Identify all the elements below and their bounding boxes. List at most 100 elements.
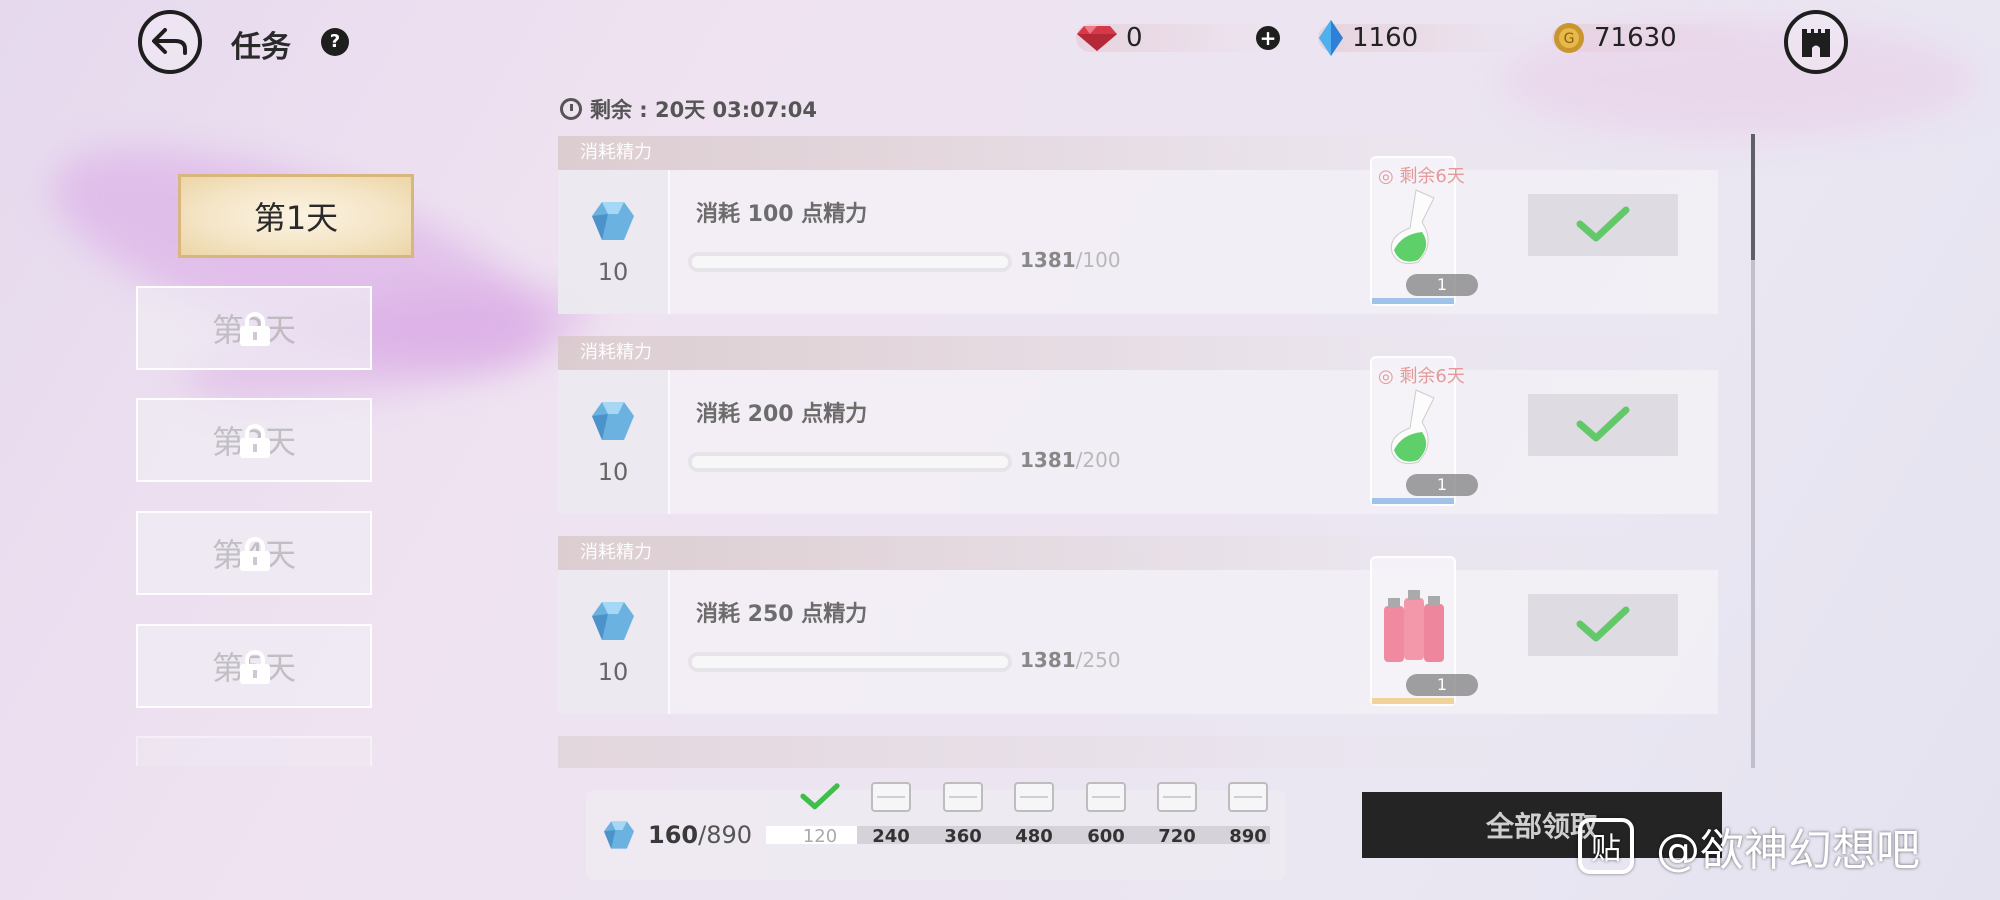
watermark-text: @欲神幻想吧 [1656, 825, 1920, 876]
lock-icon [240, 424, 270, 458]
energy-gem-icon [592, 402, 634, 440]
energy-gem-icon [604, 821, 634, 849]
claimed-button[interactable] [1528, 394, 1678, 456]
reward-box: 10 [558, 170, 670, 314]
ruby-value: 0 [1126, 23, 1143, 53]
lock-icon [240, 650, 270, 684]
gold-value: 71630 [1594, 23, 1677, 53]
day-tab-5[interactable]: 第5天 [136, 624, 372, 708]
item-expire-label: ◎ 剩余6天 [1378, 166, 1465, 187]
day-tab-4[interactable]: 第4天 [136, 511, 372, 595]
item-quantity: 1 [1406, 674, 1478, 696]
reward-item[interactable]: ◎ 剩余6天 1 [1370, 356, 1478, 506]
back-button[interactable] [138, 10, 202, 74]
milestone-value: 720 [1158, 826, 1196, 847]
reward-box: 10 [558, 370, 670, 514]
clock-icon [560, 98, 582, 120]
task-progress-text: 1381/250 [1020, 648, 1121, 672]
lock-icon [240, 312, 270, 346]
item-quantity: 1 [1406, 274, 1478, 296]
item-quantity: 1 [1406, 474, 1478, 496]
item-expire-label: ◎ 剩余6天 [1378, 366, 1465, 387]
task-category: 消耗精力 [558, 336, 1718, 370]
watermark: 贴 @欲神幻想吧 [1578, 814, 1920, 878]
task-list[interactable]: 消耗精力 10 消耗 100 点精力 1381/100 ◎ 剩余6天 1 消耗精… [558, 136, 1718, 768]
task-progress-bar [692, 656, 1008, 668]
milestone-chest[interactable]: 720 [1147, 782, 1207, 847]
task-progress-bar [692, 456, 1008, 468]
milestone-value: 240 [872, 826, 910, 847]
crystal-currency: 1160 [1318, 18, 1528, 58]
task-list-scrollbar[interactable] [1751, 134, 1755, 768]
claimed-button[interactable] [1528, 194, 1678, 256]
chest-icon [1228, 782, 1268, 812]
milestone-value: 600 [1087, 826, 1125, 847]
event-timer: 剩余 : 20天 03:07:04 [560, 94, 817, 124]
task-category: 消耗精力 [558, 136, 1718, 170]
milestone-value: 480 [1015, 826, 1053, 847]
svg-text:G: G [1564, 31, 1575, 47]
milestone-chest[interactable]: 240 [861, 782, 921, 847]
chest-icon [1086, 782, 1126, 812]
day-tab-2[interactable]: 第2天 [136, 286, 372, 370]
task-progress-text: 1381/100 [1020, 248, 1121, 272]
pink-bottles-icon [1384, 590, 1444, 662]
task-title: 消耗 200 点精力 [696, 402, 868, 427]
checkmark-icon [800, 783, 840, 810]
checkmark-icon [1576, 206, 1630, 242]
day-tab-1[interactable]: 第1天 [178, 174, 414, 258]
lock-icon [240, 537, 270, 571]
chest-icon [943, 782, 983, 812]
task-title: 消耗 100 点精力 [696, 202, 868, 227]
task-card: 消耗精力 10 消耗 100 点精力 1381/100 ◎ 剩余6天 1 [558, 136, 1718, 314]
chest-icon [1014, 782, 1054, 812]
task-progress-bar [692, 256, 1008, 268]
tieba-logo-icon: 贴 [1578, 818, 1634, 874]
green-potion-icon [1390, 189, 1435, 265]
day-tab-label: 第1天 [253, 199, 339, 237]
energy-points-total: 160 /890 [602, 820, 752, 850]
milestone-value: 120 [802, 826, 838, 847]
timer-text: 剩余 : 20天 03:07:04 [590, 98, 818, 122]
milestone-chest[interactable]: 600 [1076, 782, 1136, 847]
task-progress-text: 1381/200 [1020, 448, 1121, 472]
add-ruby-button[interactable]: + [1256, 26, 1280, 50]
gold-coin-icon: G [1554, 23, 1584, 53]
milestone-chest[interactable]: 480 [1004, 782, 1064, 847]
chest-icon [871, 782, 911, 812]
green-potion-icon [1390, 389, 1435, 465]
page-title: 任务 [231, 30, 291, 65]
castle-button[interactable] [1784, 10, 1848, 74]
chest-icon [1157, 782, 1197, 812]
crystal-icon [1319, 20, 1343, 56]
points-max: /890 [698, 821, 753, 849]
day-tab-3[interactable]: 第3天 [136, 398, 372, 482]
checkmark-icon [1576, 406, 1630, 442]
day-tab-partial [136, 736, 372, 766]
scrollbar-thumb[interactable] [1751, 134, 1755, 260]
task-card-partial [558, 736, 1718, 768]
task-card: 消耗精力 10 消耗 200 点精力 1381/200 ◎ 剩余6天 1 [558, 336, 1718, 514]
points-current: 160 [648, 821, 699, 849]
back-arrow-icon [152, 28, 187, 55]
reward-item[interactable]: 1 [1370, 556, 1478, 706]
reward-amount: 10 [597, 458, 629, 486]
reward-amount: 10 [597, 258, 629, 286]
gold-currency: G 71630 [1552, 18, 1752, 58]
reward-item[interactable]: ◎ 剩余6天 1 [1370, 156, 1478, 306]
energy-gem-icon [592, 202, 634, 240]
help-icon[interactable]: ? [321, 28, 349, 56]
milestone-chest[interactable]: 890 [1218, 782, 1278, 847]
ruby-icon [1077, 26, 1117, 51]
milestone-value: 360 [944, 826, 982, 847]
energy-gem-icon [592, 602, 634, 640]
crystal-value: 1160 [1352, 23, 1419, 53]
task-card: 消耗精力 10 消耗 250 点精力 1381/250 1 [558, 536, 1718, 714]
milestone-value: 890 [1229, 826, 1267, 847]
milestone-chest[interactable]: 120 [790, 782, 850, 847]
castle-icon [1802, 29, 1830, 57]
task-title: 消耗 250 点精力 [696, 602, 868, 627]
claimed-button[interactable] [1528, 594, 1678, 656]
reward-amount: 10 [597, 658, 629, 686]
milestone-chest[interactable]: 360 [933, 782, 993, 847]
